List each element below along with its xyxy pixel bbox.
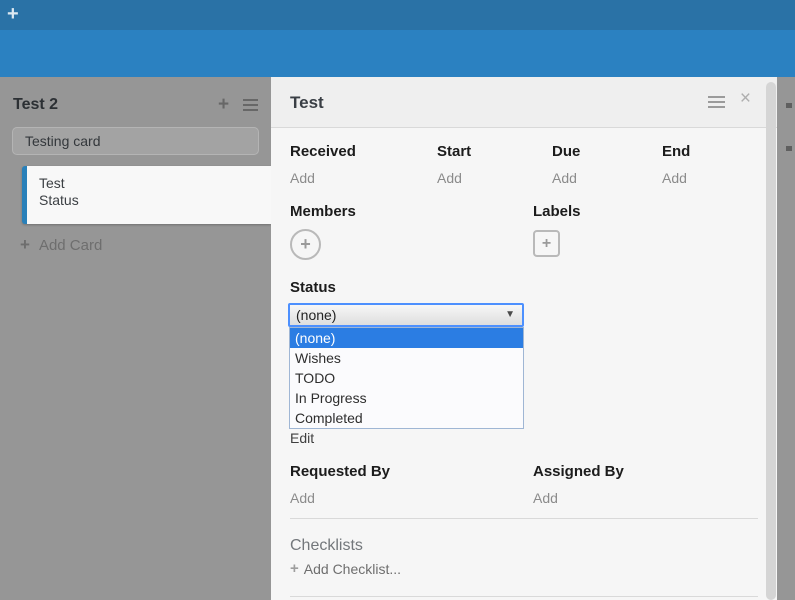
members-label: Members [290, 203, 533, 220]
app-screen: + Test 2 + Testing card Test Status + Ad… [0, 0, 795, 600]
status-option-wishes[interactable]: Wishes [290, 348, 523, 368]
add-checklist-label: Add Checklist... [304, 561, 401, 577]
panel-scrollbar[interactable] [766, 82, 776, 600]
date-fields-row: Received Add Start Add Due Add End Add [290, 143, 690, 186]
requested-assigned-row: Requested By Add Assigned By Add [290, 463, 624, 506]
hamburger-menu-icon[interactable] [708, 96, 725, 108]
date-field-due: Due Add [552, 143, 662, 186]
labels-label: Labels [533, 203, 581, 220]
next-list-fragment-icon [786, 146, 792, 151]
status-dropdown-list: (none) Wishes TODO In Progress Completed [289, 327, 524, 429]
chevron-down-icon: ▼ [505, 309, 515, 320]
date-field-end: End Add [662, 143, 690, 186]
add-board-icon[interactable]: + [7, 2, 19, 26]
status-label: Status [290, 279, 336, 296]
status-select[interactable]: (none) ▼ [288, 303, 524, 327]
plus-icon: + [20, 235, 30, 255]
top-navbar: + [0, 0, 795, 30]
status-selected-value: (none) [290, 305, 522, 323]
assigned-by-label: Assigned By [533, 463, 624, 480]
close-icon[interactable]: × [740, 89, 751, 108]
end-label: End [662, 143, 690, 160]
requested-by-add-link[interactable]: Add [290, 490, 315, 506]
status-option-none[interactable]: (none) [290, 328, 523, 348]
date-field-start: Start Add [437, 143, 552, 186]
status-edit-link[interactable]: Edit [290, 430, 314, 446]
card-detail-title: Test [290, 93, 324, 113]
members-section: Members + [290, 203, 533, 260]
card-status-line: Status [39, 192, 271, 209]
list-column: Test 2 + Testing card Test Status + Add … [0, 77, 271, 600]
plus-icon: + [290, 560, 299, 577]
card-detail-panel: Test × Received Add Start Add Due Add En… [271, 77, 777, 600]
add-member-button[interactable]: + [290, 229, 321, 260]
checklists-label: Checklists [290, 537, 363, 555]
assigned-by-section: Assigned By Add [533, 463, 624, 506]
list-menu-icon[interactable] [243, 99, 258, 111]
requested-by-label: Requested By [290, 463, 533, 480]
requested-by-section: Requested By Add [290, 463, 533, 506]
list-title[interactable]: Test 2 [13, 96, 58, 114]
add-card-label: Add Card [39, 237, 102, 254]
add-label-button[interactable]: + [533, 230, 560, 257]
card-testing[interactable]: Testing card [12, 127, 259, 155]
due-add-link[interactable]: Add [552, 170, 577, 186]
board-header-bar [0, 30, 795, 77]
divider [290, 596, 758, 597]
received-add-link[interactable]: Add [290, 170, 315, 186]
divider [290, 518, 758, 519]
start-add-link[interactable]: Add [437, 170, 462, 186]
end-add-link[interactable]: Add [662, 170, 687, 186]
add-checklist-button[interactable]: + Add Checklist... [290, 560, 401, 577]
card-title-line: Test [39, 175, 271, 192]
status-option-todo[interactable]: TODO [290, 368, 523, 388]
labels-section: Labels + [533, 203, 581, 260]
status-option-completed[interactable]: Completed [290, 408, 523, 428]
start-label: Start [437, 143, 552, 160]
received-label: Received [290, 143, 437, 160]
members-labels-row: Members + Labels + [290, 203, 581, 260]
status-option-in-progress[interactable]: In Progress [290, 388, 523, 408]
due-label: Due [552, 143, 662, 160]
date-field-received: Received Add [290, 143, 437, 186]
add-card-button[interactable]: + Add Card [20, 235, 102, 255]
card-detail-header: Test × [271, 77, 777, 128]
next-list-fragment-icon [786, 103, 792, 108]
card-selected[interactable]: Test Status [22, 166, 271, 224]
list-add-icon[interactable]: + [218, 94, 229, 116]
assigned-by-add-link[interactable]: Add [533, 490, 558, 506]
